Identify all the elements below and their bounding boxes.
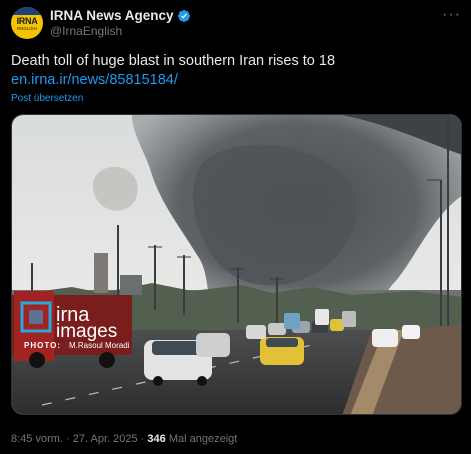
tweet-media-photo[interactable]: irna images PHOTO: M.Rasoul Moradi (11, 114, 462, 415)
views-label: Mal angezeigt (168, 433, 238, 445)
translate-post-link[interactable]: Post übersetzen (11, 93, 83, 105)
author-display-name[interactable]: IRNA News Agency (50, 8, 174, 24)
explosion-smoke-photo: irna images PHOTO: M.Rasoul Moradi (12, 115, 461, 414)
avatar-logo-text: IRNA (16, 16, 38, 26)
tweet-metadata: 8:45 vorm. · 27. Apr. 2025 · 346 Mal ang… (11, 432, 237, 446)
separator: · (140, 433, 145, 445)
more-dots-icon[interactable]: ··· (442, 7, 461, 23)
watermark-brand2: images (56, 321, 117, 342)
author-avatar[interactable]: IRNA ENGLISH (11, 7, 43, 39)
views-count: 346 (147, 433, 166, 445)
author-handle[interactable]: @IrnaEnglish (50, 24, 191, 39)
separator: · (66, 433, 70, 445)
tweet-header: IRNA ENGLISH IRNA News Agency @IrnaEngli… (11, 6, 191, 40)
author-names: IRNA News Agency @IrnaEnglish (50, 8, 191, 39)
verified-badge-icon (177, 9, 190, 22)
tweet-time[interactable]: 8:45 vorm. (11, 433, 63, 445)
tweet-date[interactable]: 27. Apr. 2025 (73, 433, 138, 445)
photo-credit-label: PHOTO: (24, 341, 61, 350)
photo-credit-name: M.Rasoul Moradi (69, 341, 130, 350)
tweet-link[interactable]: en.irna.ir/news/85815184/ (11, 71, 178, 89)
tweet-text: Death toll of huge blast in southern Ira… (11, 53, 336, 69)
avatar-logo-subtext: ENGLISH (17, 26, 37, 31)
